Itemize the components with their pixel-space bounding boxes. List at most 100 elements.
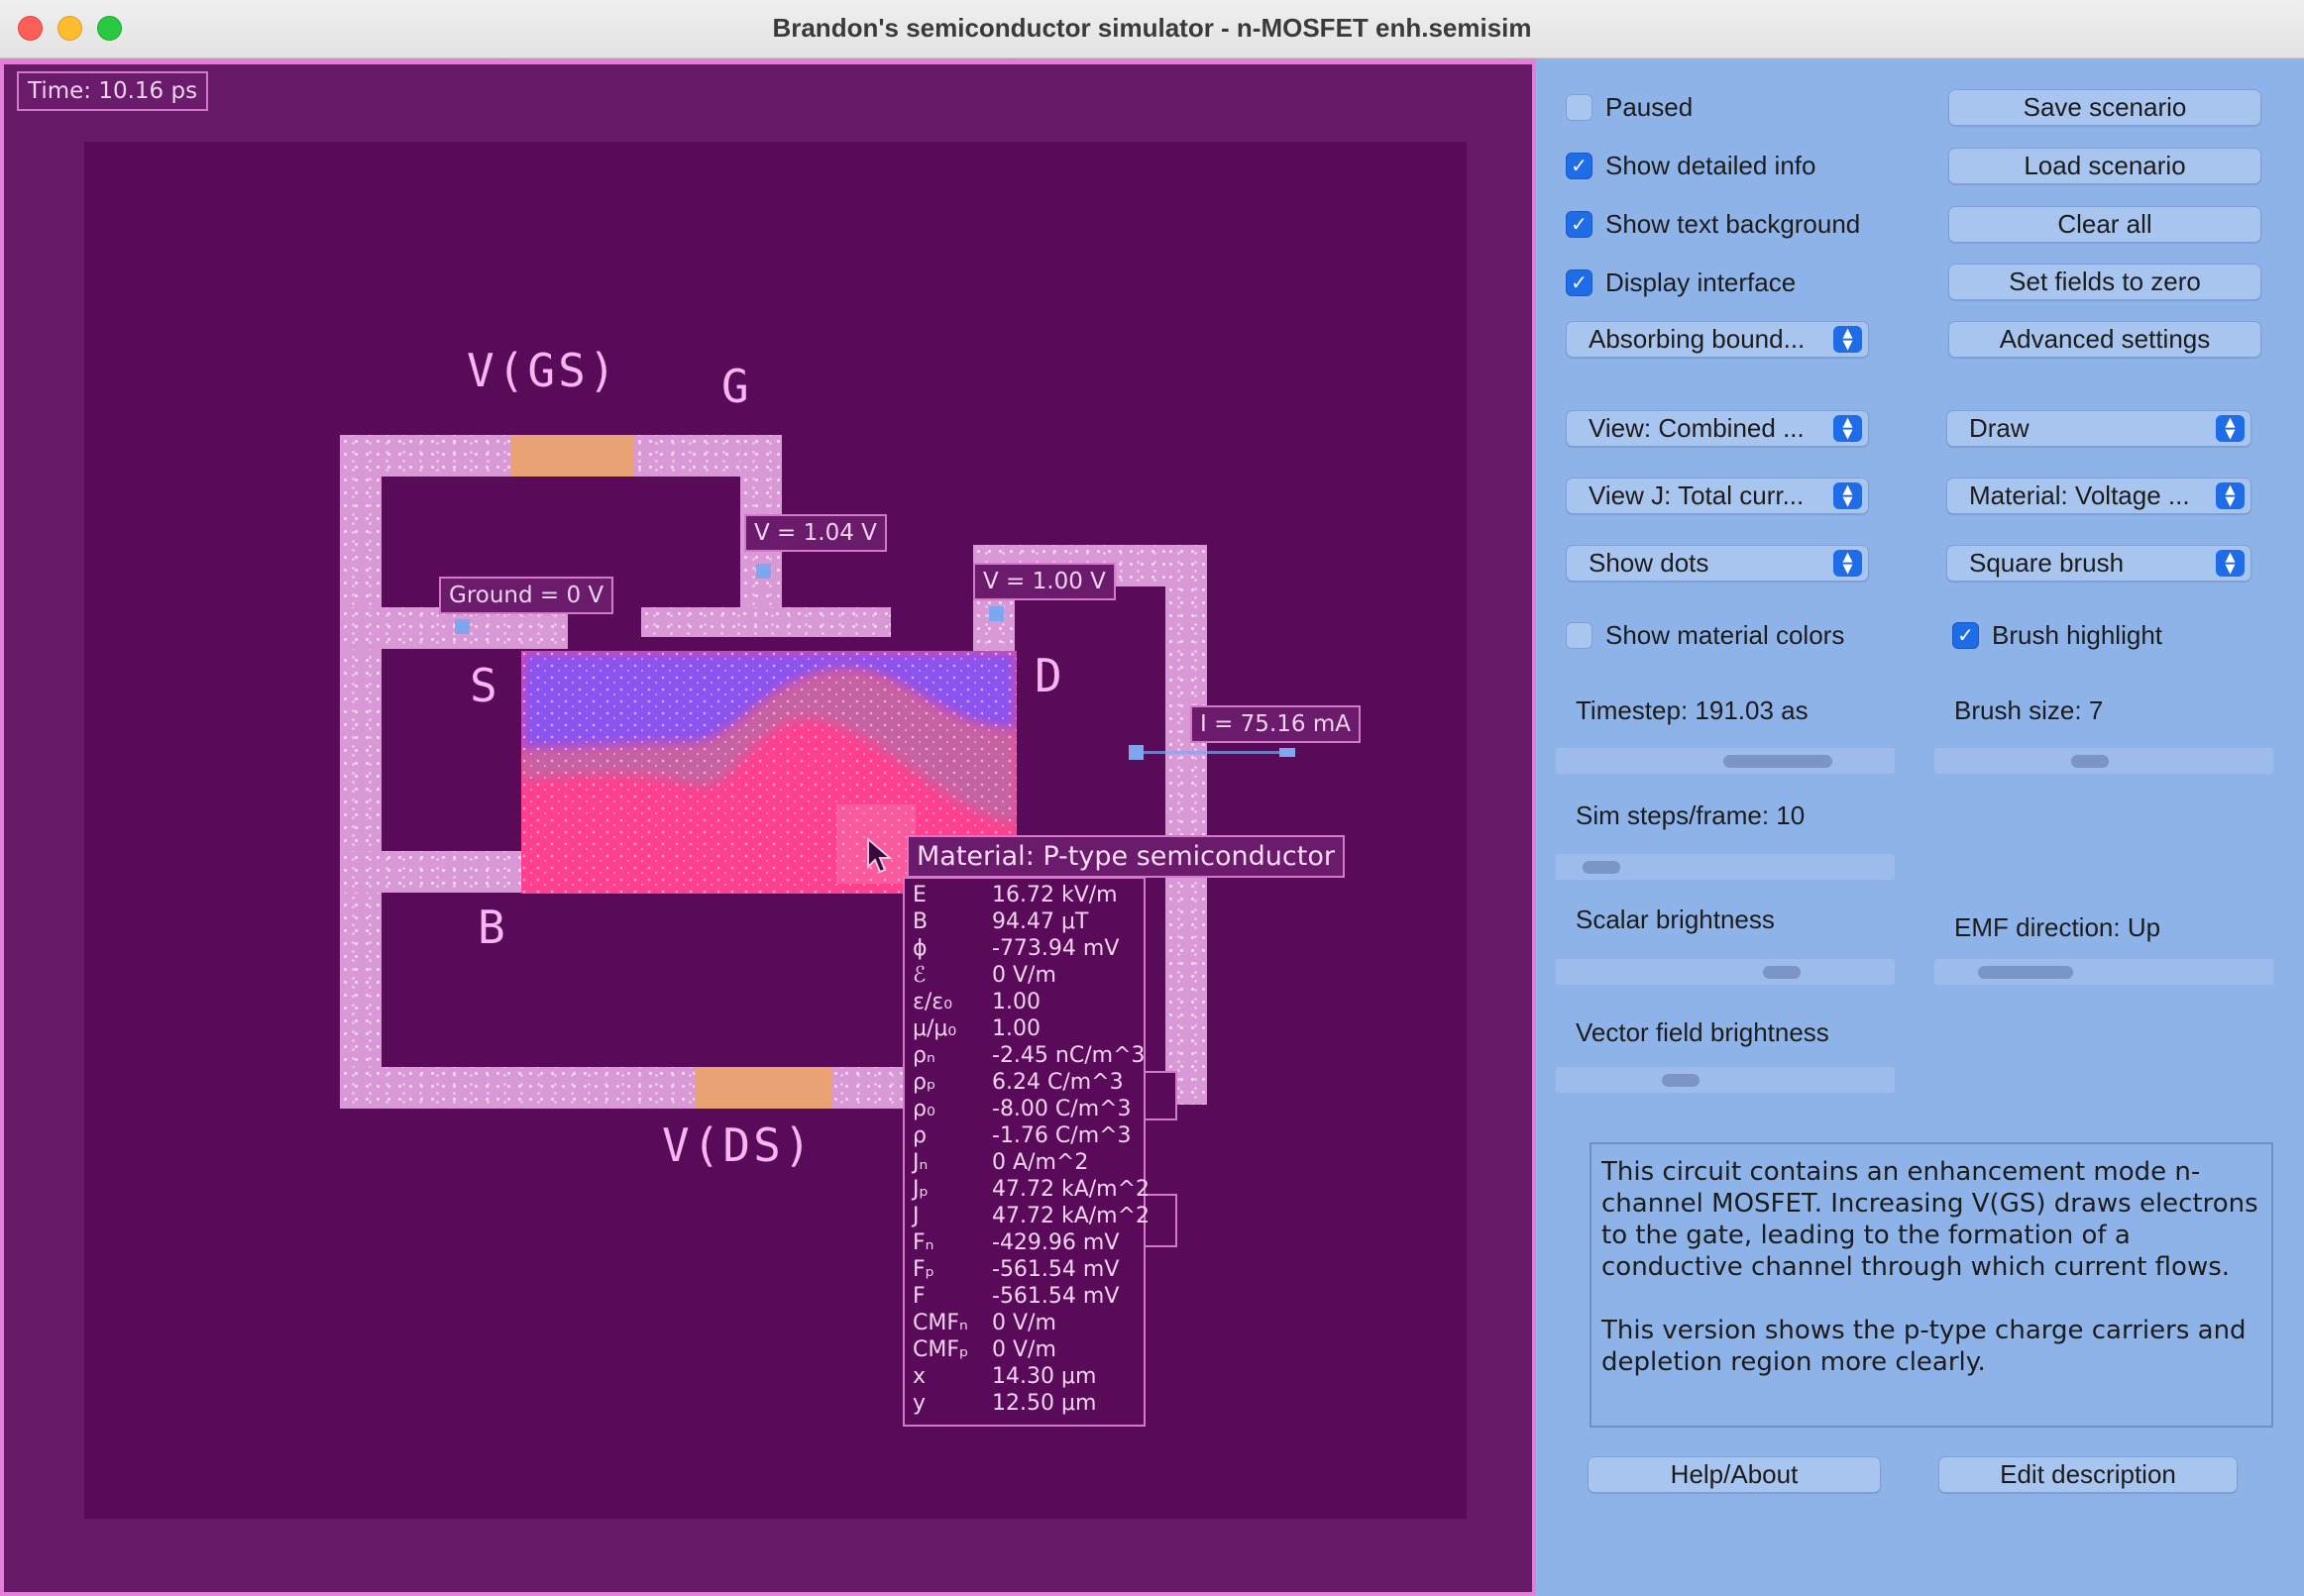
info-row-value: 1.00 (992, 990, 1041, 1014)
title-bar: Brandon's semiconductor simulator - n-MO… (0, 0, 2304, 58)
dots-select-value: Show dots (1589, 548, 1709, 578)
info-row-key: ρ (913, 1123, 927, 1148)
vector-brightness-slider-thumb[interactable] (1661, 1074, 1700, 1087)
info-row-value: 6.24 C/m^3 (992, 1070, 1124, 1095)
battery-vgs (511, 435, 634, 477)
info-row-value: 94.47 μT (992, 909, 1089, 934)
set-fields-zero-button[interactable]: Set fields to zero (1948, 264, 2261, 300)
info-row-value: 16.72 kV/m (992, 883, 1118, 907)
label-base: B (478, 901, 508, 954)
info-row: ρ -1.76 C/m^3 (913, 1123, 1132, 1148)
material-colors-checkbox-row[interactable]: Show material colors (1566, 615, 1844, 655)
info-row-key: ϕ (913, 936, 928, 961)
view-select-value: View: Combined ... (1589, 413, 1805, 443)
info-row-value: 0 V/m (992, 1337, 1056, 1362)
info-row-key: CMFₙ (913, 1311, 968, 1335)
wire-gate-pad (641, 607, 891, 637)
edit-description-button[interactable]: Edit description (1938, 1456, 2238, 1493)
brush-select-value: Square brush (1969, 548, 2125, 578)
time-readout: Time: 10.16 ps (17, 71, 209, 111)
info-row: Jₚ 47.72 kA/m^2 (913, 1177, 1151, 1202)
view-j-select[interactable]: View J: Total curr... ▲ ▼ (1566, 478, 1869, 514)
brush-highlight-checkbox-row[interactable]: ✓ Brush highlight (1952, 615, 2162, 655)
current-probe-right[interactable] (1279, 748, 1295, 757)
detailed-info-checkbox[interactable]: ✓ (1566, 152, 1592, 179)
vector-brightness-label: Vector field brightness (1576, 1017, 1829, 1047)
info-row: Fₚ -561.54 mV (913, 1257, 1119, 1282)
description-paragraph-2: This version shows the p-type charge car… (1601, 1316, 2254, 1377)
info-row: CMFₚ 0 V/m (913, 1337, 1056, 1362)
updown-chevron-icon: ▲ ▼ (1833, 415, 1862, 442)
info-row: ϕ -773.94 mV (913, 936, 1120, 961)
save-scenario-button[interactable]: Save scenario (1948, 89, 2261, 126)
vector-brightness-slider[interactable] (1556, 1067, 1895, 1093)
text-background-checkbox-row[interactable]: ✓ Show text background (1566, 204, 1860, 244)
ground-probe[interactable] (455, 619, 470, 634)
brush-select[interactable]: Square brush ▲ ▼ (1946, 545, 2251, 582)
material-colors-checkbox[interactable] (1566, 621, 1592, 649)
info-row-key: Jₚ (913, 1177, 929, 1202)
emf-direction-slider[interactable] (1934, 959, 2273, 985)
info-row: F -561.54 mV (913, 1284, 1119, 1309)
detailed-info-checkbox-row[interactable]: ✓ Show detailed info (1566, 146, 1815, 185)
timestep-slider-thumb[interactable] (1723, 755, 1832, 768)
info-row-key: Fₙ (913, 1230, 934, 1255)
description-text-area[interactable]: This circuit contains an enhancement mod… (1590, 1142, 2273, 1428)
display-interface-checkbox-row[interactable]: ✓ Display interface (1566, 263, 1796, 302)
brush-size-slider[interactable] (1934, 748, 2273, 774)
material-select[interactable]: Material: Voltage ... ▲ ▼ (1946, 478, 2251, 514)
gate-voltage-probe[interactable] (756, 564, 771, 579)
info-row-value: 0 A/m^2 (992, 1150, 1089, 1175)
scalar-brightness-slider[interactable] (1556, 959, 1895, 985)
draw-select-value: Draw (1969, 413, 2030, 443)
display-interface-checkbox[interactable]: ✓ (1566, 268, 1592, 296)
battery-vds (695, 1067, 831, 1109)
paused-checkbox[interactable] (1566, 93, 1592, 121)
info-row-value: 1.00 (992, 1016, 1041, 1041)
current-probe-line (1144, 751, 1279, 754)
info-row-key: ε/ε₀ (913, 990, 953, 1014)
emf-direction-slider-thumb[interactable] (1977, 966, 2073, 979)
info-row: E 16.72 kV/m (913, 883, 1118, 907)
simulation-canvas[interactable]: Time: 10.16 ps V(GS) G S D B V(DS) V = 1… (0, 58, 1536, 1596)
window-title: Brandon's semiconductor simulator - n-MO… (772, 13, 1532, 43)
text-background-label: Show text background (1605, 208, 1861, 239)
description-paragraph-1: This circuit contains an enhancement mod… (1601, 1157, 2266, 1282)
brush-highlight-checkbox[interactable]: ✓ (1952, 621, 1979, 649)
display-interface-label: Display interface (1605, 266, 1797, 297)
info-row: ρₙ -2.45 nC/m^3 (913, 1043, 1146, 1068)
info-row: ε/ε₀ 1.00 (913, 990, 1041, 1014)
material-colors-label: Show material colors (1605, 619, 1845, 650)
view-select[interactable]: View: Combined ... ▲ ▼ (1566, 410, 1869, 447)
paused-checkbox-row[interactable]: Paused (1566, 87, 1693, 127)
info-row-value: -8.00 C/m^3 (992, 1097, 1132, 1121)
view-j-select-value: View J: Total curr... (1589, 480, 1805, 510)
scalar-brightness-slider-thumb[interactable] (1762, 966, 1801, 979)
drain-voltage-probe[interactable] (989, 606, 1004, 621)
label-drain: D (1035, 649, 1065, 702)
current-probe-left[interactable] (1129, 745, 1144, 760)
info-row-value: -429.96 mV (992, 1230, 1120, 1255)
timestep-slider[interactable] (1556, 748, 1895, 774)
sim-steps-slider-thumb[interactable] (1583, 861, 1621, 874)
cavity-base (382, 893, 917, 1067)
load-scenario-button[interactable]: Load scenario (1948, 148, 2261, 184)
info-row-value: -773.94 mV (992, 936, 1120, 961)
info-row: y 12.50 μm (913, 1391, 1097, 1416)
dots-select[interactable]: Show dots ▲ ▼ (1566, 545, 1869, 582)
info-row-key: ρₚ (913, 1070, 936, 1095)
info-row-key: B (913, 909, 929, 934)
sim-steps-slider[interactable] (1556, 854, 1895, 880)
info-row-key: ρ₀ (913, 1097, 935, 1121)
clear-all-button[interactable]: Clear all (1948, 206, 2261, 243)
label-source: S (470, 659, 500, 712)
wire-drain-right (1165, 545, 1207, 1105)
info-row-value: 12.50 μm (992, 1391, 1097, 1416)
draw-select[interactable]: Draw ▲ ▼ (1946, 410, 2251, 447)
help-about-button[interactable]: Help/About (1588, 1456, 1881, 1493)
boundary-select[interactable]: Absorbing bound... ▲ ▼ (1566, 321, 1869, 358)
info-row-value: 47.72 kA/m^2 (992, 1177, 1151, 1202)
text-background-checkbox[interactable]: ✓ (1566, 210, 1592, 238)
advanced-settings-button[interactable]: Advanced settings (1948, 321, 2261, 358)
brush-size-slider-thumb[interactable] (2070, 755, 2109, 768)
